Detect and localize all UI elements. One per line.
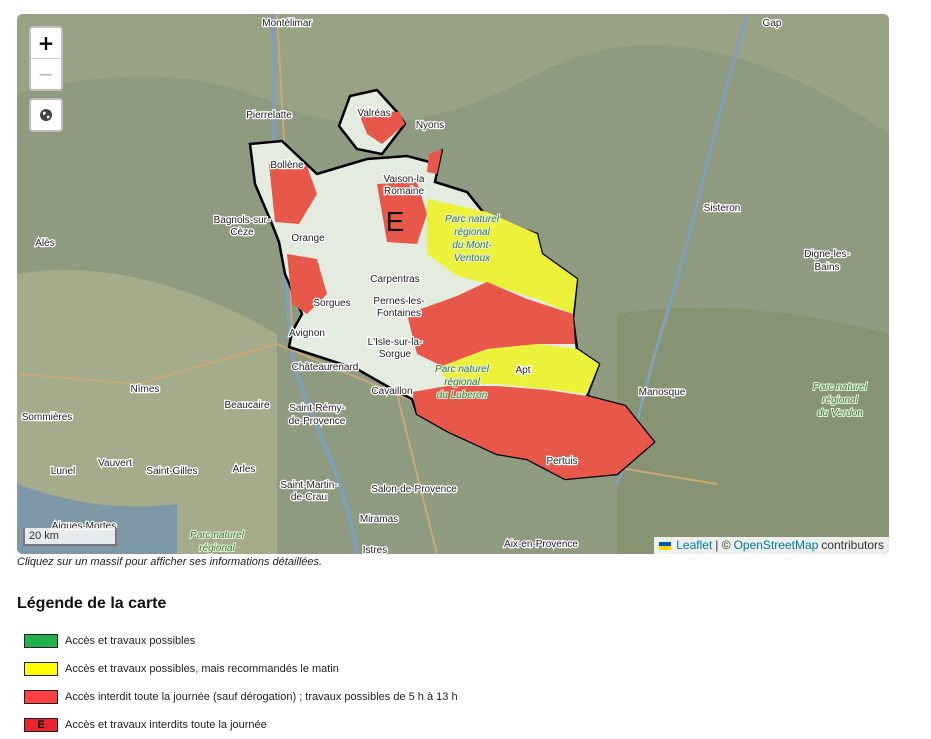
town-label: Salon-de-Provence	[371, 484, 457, 495]
legend-label: Accès interdit toute la journée (sauf dé…	[65, 691, 458, 703]
town-label: Sorgue	[379, 349, 412, 360]
park-label: Parc naturel	[813, 382, 868, 393]
park-label: Ventoux	[454, 253, 491, 264]
town-label: de-Crau	[291, 492, 327, 503]
openstreetmap-link[interactable]: OpenStreetMap	[734, 537, 819, 554]
legend-label: Accès et travaux possibles	[65, 635, 196, 647]
globe-icon	[40, 109, 52, 121]
legend-item: Accès et travaux possibles, mais recomma…	[24, 655, 458, 683]
globe-button[interactable]	[29, 98, 63, 132]
map-legend: Accès et travaux possibles Accès et trav…	[24, 627, 458, 739]
ukraine-flag-icon	[659, 541, 672, 550]
town-label: Châteaurenard	[292, 362, 359, 373]
park-label: régional	[454, 227, 490, 238]
town-label: Romaine	[384, 186, 424, 197]
zoom-out-button[interactable]: −	[31, 58, 61, 89]
town-label: Pierrelatte	[246, 110, 292, 121]
legend-item: Accès et travaux possibles	[24, 627, 458, 655]
town-label: Saint-Martin-	[280, 480, 337, 491]
town-label: Aix-en-Provence	[504, 539, 578, 550]
town-label: Nyons	[416, 120, 444, 131]
town-label: Manosque	[639, 387, 686, 398]
town-label: Bains	[814, 262, 839, 273]
map-tiles[interactable]: Montélimar Gap Pierrelatte Valréas Nyons…	[17, 14, 889, 554]
town-label: Carpentras	[370, 274, 419, 285]
town-label: Beaucaire	[224, 400, 269, 411]
town-label: Pernes-les-	[373, 296, 424, 307]
scale-bar: 20 km	[23, 528, 117, 546]
zoom-control: + −	[29, 26, 63, 91]
town-label: Nîmes	[131, 384, 160, 395]
town-label: Arles	[233, 464, 256, 475]
leaflet-link[interactable]: Leaflet	[676, 537, 712, 554]
town-label: Bagnols-sur-	[214, 215, 271, 226]
zoom-in-button[interactable]: +	[31, 28, 61, 58]
town-label: Vaison-la	[384, 174, 425, 185]
town-label: Sommières	[22, 412, 73, 423]
town-label: Vauvert	[98, 458, 132, 469]
map-container[interactable]: Montélimar Gap Pierrelatte Valréas Nyons…	[17, 14, 889, 554]
town-label: Orange	[291, 233, 325, 244]
town-label: Lunel	[51, 466, 75, 477]
town-label: Montélimar	[262, 18, 312, 29]
town-label: Istres	[363, 545, 387, 554]
park-label: régional	[822, 395, 858, 406]
park-label: Parc naturel	[190, 530, 245, 541]
town-label: Saint-Gilles	[146, 466, 197, 477]
legend-swatch	[24, 662, 58, 676]
town-label: Sisteron	[704, 203, 741, 214]
legend-swatch	[24, 634, 58, 648]
town-label: Sorgues	[313, 298, 350, 309]
map-hint: Cliquez sur un massif pour afficher ses …	[17, 556, 323, 568]
zone-marker-e[interactable]: E	[386, 206, 405, 237]
legend-item: Accès interdit toute la journée (sauf dé…	[24, 683, 458, 711]
legend-swatch: E	[24, 718, 58, 732]
town-label: L'Isle-sur-la-	[368, 337, 423, 348]
town-label: Pertuis	[546, 456, 577, 467]
legend-label: Accès et travaux possibles, mais recomma…	[65, 663, 339, 675]
town-label: Bollène	[270, 160, 304, 171]
legend-label: Accès et travaux interdits toute la jour…	[65, 719, 267, 731]
town-label: Valréas	[357, 108, 390, 119]
map-attribution: Leaflet | © OpenStreetMap contributors	[654, 537, 889, 554]
attribution-contributors: contributors	[821, 538, 884, 552]
park-label: du Luberon	[437, 390, 488, 401]
town-label: Cavaillon	[371, 386, 412, 397]
park-label: Parc naturel	[445, 214, 500, 225]
town-label: Avignon	[289, 328, 325, 339]
park-label: Parc naturel	[435, 364, 490, 375]
legend-title: Légende de la carte	[17, 595, 167, 612]
town-label: Miramas	[360, 514, 398, 525]
town-label: Apt	[515, 365, 530, 376]
park-label: régional	[444, 377, 480, 388]
park-label: du Verdon	[817, 408, 863, 419]
town-label: Gap	[763, 18, 782, 29]
town-label: Fontaines	[377, 308, 421, 319]
town-label: Saint-Rémy-	[289, 403, 345, 414]
town-label: Alès	[35, 238, 54, 249]
legend-item: E Accès et travaux interdits toute la jo…	[24, 711, 458, 739]
park-label: régional	[199, 543, 235, 554]
attribution-separator: | ©	[715, 538, 731, 552]
town-label: de-Provence	[289, 416, 346, 427]
town-label: Cèze	[230, 227, 254, 238]
town-label: Digne-les-	[804, 249, 850, 260]
legend-swatch	[24, 690, 58, 704]
park-label: du Mont-	[452, 240, 492, 251]
